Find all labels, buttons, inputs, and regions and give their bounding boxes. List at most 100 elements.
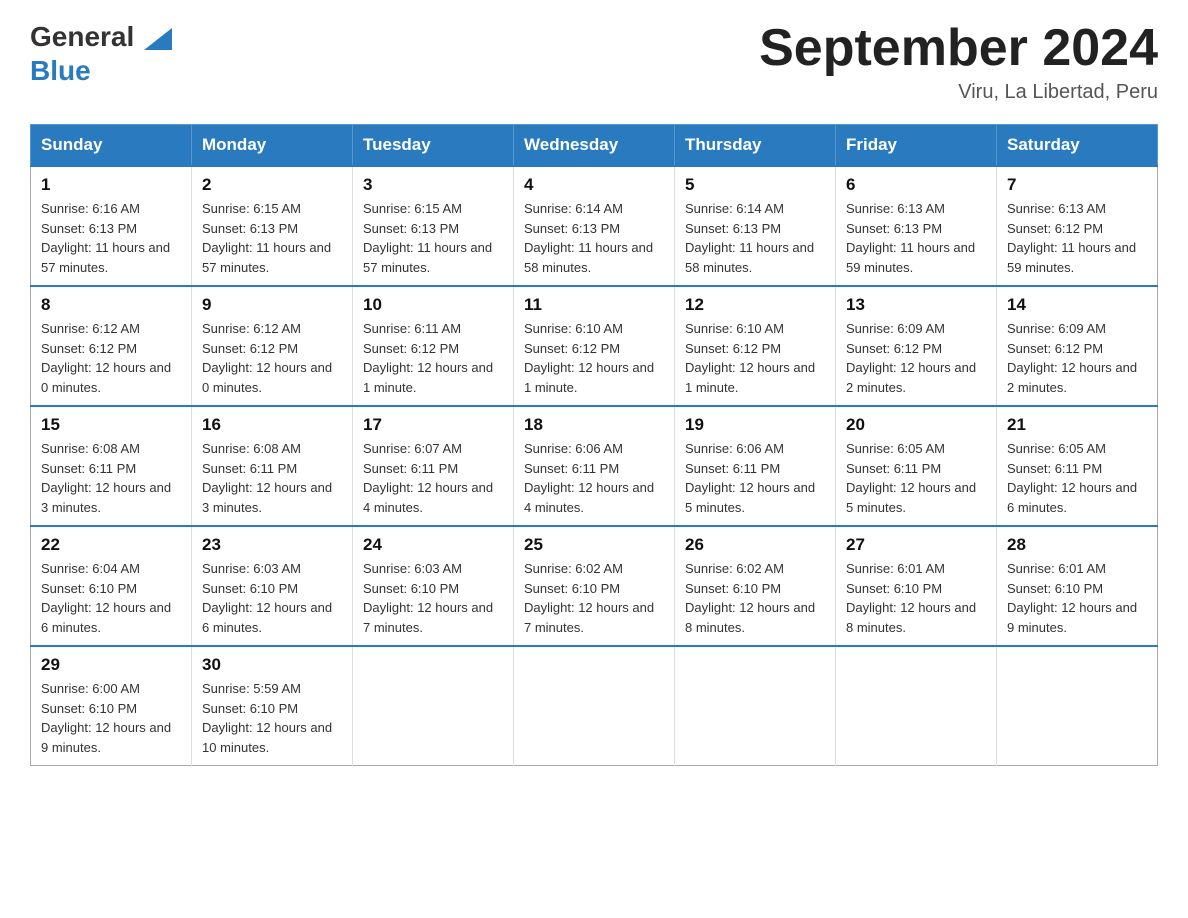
calendar-cell: 2 Sunrise: 6:15 AM Sunset: 6:13 PM Dayli… <box>192 166 353 286</box>
day-number: 30 <box>202 655 342 675</box>
day-number: 11 <box>524 295 664 315</box>
day-number: 25 <box>524 535 664 555</box>
col-wednesday: Wednesday <box>514 125 675 167</box>
calendar-cell: 4 Sunrise: 6:14 AM Sunset: 6:13 PM Dayli… <box>514 166 675 286</box>
calendar-cell: 12 Sunrise: 6:10 AM Sunset: 6:12 PM Dayl… <box>675 286 836 406</box>
week-row-5: 29 Sunrise: 6:00 AM Sunset: 6:10 PM Dayl… <box>31 646 1158 766</box>
day-number: 19 <box>685 415 825 435</box>
calendar-cell: 6 Sunrise: 6:13 AM Sunset: 6:13 PM Dayli… <box>836 166 997 286</box>
calendar-header-row: Sunday Monday Tuesday Wednesday Thursday… <box>31 125 1158 167</box>
col-friday: Friday <box>836 125 997 167</box>
calendar-cell <box>997 646 1158 766</box>
day-number: 1 <box>41 175 181 195</box>
day-info: Sunrise: 6:14 AM Sunset: 6:13 PM Dayligh… <box>524 199 664 277</box>
day-info: Sunrise: 6:15 AM Sunset: 6:13 PM Dayligh… <box>202 199 342 277</box>
day-number: 26 <box>685 535 825 555</box>
calendar-cell: 27 Sunrise: 6:01 AM Sunset: 6:10 PM Dayl… <box>836 526 997 646</box>
logo-combined: General Blue <box>30 20 172 87</box>
day-number: 5 <box>685 175 825 195</box>
day-info: Sunrise: 6:15 AM Sunset: 6:13 PM Dayligh… <box>363 199 503 277</box>
calendar-cell: 9 Sunrise: 6:12 AM Sunset: 6:12 PM Dayli… <box>192 286 353 406</box>
day-number: 27 <box>846 535 986 555</box>
col-sunday: Sunday <box>31 125 192 167</box>
calendar-cell: 19 Sunrise: 6:06 AM Sunset: 6:11 PM Dayl… <box>675 406 836 526</box>
logo: General Blue <box>30 20 172 87</box>
day-info: Sunrise: 6:00 AM Sunset: 6:10 PM Dayligh… <box>41 679 181 757</box>
day-info: Sunrise: 6:03 AM Sunset: 6:10 PM Dayligh… <box>202 559 342 637</box>
calendar-cell: 7 Sunrise: 6:13 AM Sunset: 6:12 PM Dayli… <box>997 166 1158 286</box>
calendar-cell: 18 Sunrise: 6:06 AM Sunset: 6:11 PM Dayl… <box>514 406 675 526</box>
week-row-3: 15 Sunrise: 6:08 AM Sunset: 6:11 PM Dayl… <box>31 406 1158 526</box>
day-info: Sunrise: 6:03 AM Sunset: 6:10 PM Dayligh… <box>363 559 503 637</box>
calendar-cell: 25 Sunrise: 6:02 AM Sunset: 6:10 PM Dayl… <box>514 526 675 646</box>
day-info: Sunrise: 6:02 AM Sunset: 6:10 PM Dayligh… <box>685 559 825 637</box>
calendar-cell: 11 Sunrise: 6:10 AM Sunset: 6:12 PM Dayl… <box>514 286 675 406</box>
day-number: 14 <box>1007 295 1147 315</box>
day-number: 24 <box>363 535 503 555</box>
day-number: 28 <box>1007 535 1147 555</box>
calendar-cell: 24 Sunrise: 6:03 AM Sunset: 6:10 PM Dayl… <box>353 526 514 646</box>
day-number: 9 <box>202 295 342 315</box>
day-info: Sunrise: 6:10 AM Sunset: 6:12 PM Dayligh… <box>685 319 825 397</box>
calendar-cell: 29 Sunrise: 6:00 AM Sunset: 6:10 PM Dayl… <box>31 646 192 766</box>
day-info: Sunrise: 5:59 AM Sunset: 6:10 PM Dayligh… <box>202 679 342 757</box>
day-info: Sunrise: 6:02 AM Sunset: 6:10 PM Dayligh… <box>524 559 664 637</box>
day-number: 12 <box>685 295 825 315</box>
calendar-body: 1 Sunrise: 6:16 AM Sunset: 6:13 PM Dayli… <box>31 166 1158 766</box>
day-info: Sunrise: 6:13 AM Sunset: 6:12 PM Dayligh… <box>1007 199 1147 277</box>
day-info: Sunrise: 6:09 AM Sunset: 6:12 PM Dayligh… <box>1007 319 1147 397</box>
day-number: 17 <box>363 415 503 435</box>
calendar-cell <box>514 646 675 766</box>
calendar-cell: 30 Sunrise: 5:59 AM Sunset: 6:10 PM Dayl… <box>192 646 353 766</box>
week-row-4: 22 Sunrise: 6:04 AM Sunset: 6:10 PM Dayl… <box>31 526 1158 646</box>
day-number: 10 <box>363 295 503 315</box>
day-info: Sunrise: 6:01 AM Sunset: 6:10 PM Dayligh… <box>846 559 986 637</box>
day-number: 3 <box>363 175 503 195</box>
col-tuesday: Tuesday <box>353 125 514 167</box>
day-info: Sunrise: 6:10 AM Sunset: 6:12 PM Dayligh… <box>524 319 664 397</box>
month-title: September 2024 <box>759 20 1158 77</box>
day-info: Sunrise: 6:05 AM Sunset: 6:11 PM Dayligh… <box>1007 439 1147 517</box>
day-number: 4 <box>524 175 664 195</box>
day-number: 21 <box>1007 415 1147 435</box>
day-number: 16 <box>202 415 342 435</box>
week-row-1: 1 Sunrise: 6:16 AM Sunset: 6:13 PM Dayli… <box>31 166 1158 286</box>
day-number: 2 <box>202 175 342 195</box>
calendar-cell: 13 Sunrise: 6:09 AM Sunset: 6:12 PM Dayl… <box>836 286 997 406</box>
calendar-cell: 1 Sunrise: 6:16 AM Sunset: 6:13 PM Dayli… <box>31 166 192 286</box>
calendar-cell <box>836 646 997 766</box>
day-number: 29 <box>41 655 181 675</box>
title-area: September 2024 Viru, La Libertad, Peru <box>759 20 1158 104</box>
calendar-cell: 3 Sunrise: 6:15 AM Sunset: 6:13 PM Dayli… <box>353 166 514 286</box>
day-number: 20 <box>846 415 986 435</box>
day-info: Sunrise: 6:05 AM Sunset: 6:11 PM Dayligh… <box>846 439 986 517</box>
calendar-cell: 26 Sunrise: 6:02 AM Sunset: 6:10 PM Dayl… <box>675 526 836 646</box>
day-number: 15 <box>41 415 181 435</box>
day-info: Sunrise: 6:16 AM Sunset: 6:13 PM Dayligh… <box>41 199 181 277</box>
day-number: 7 <box>1007 175 1147 195</box>
day-number: 13 <box>846 295 986 315</box>
day-number: 23 <box>202 535 342 555</box>
calendar-table: Sunday Monday Tuesday Wednesday Thursday… <box>30 124 1158 766</box>
day-info: Sunrise: 6:13 AM Sunset: 6:13 PM Dayligh… <box>846 199 986 277</box>
page-header: General Blue September 2024 Viru, La Lib… <box>30 20 1158 104</box>
day-info: Sunrise: 6:07 AM Sunset: 6:11 PM Dayligh… <box>363 439 503 517</box>
day-info: Sunrise: 6:01 AM Sunset: 6:10 PM Dayligh… <box>1007 559 1147 637</box>
day-info: Sunrise: 6:12 AM Sunset: 6:12 PM Dayligh… <box>202 319 342 397</box>
week-row-2: 8 Sunrise: 6:12 AM Sunset: 6:12 PM Dayli… <box>31 286 1158 406</box>
logo-triangle-icon <box>144 28 172 50</box>
calendar-cell: 8 Sunrise: 6:12 AM Sunset: 6:12 PM Dayli… <box>31 286 192 406</box>
day-number: 22 <box>41 535 181 555</box>
calendar-cell: 21 Sunrise: 6:05 AM Sunset: 6:11 PM Dayl… <box>997 406 1158 526</box>
calendar-cell <box>353 646 514 766</box>
col-thursday: Thursday <box>675 125 836 167</box>
calendar-cell: 10 Sunrise: 6:11 AM Sunset: 6:12 PM Dayl… <box>353 286 514 406</box>
calendar-cell: 17 Sunrise: 6:07 AM Sunset: 6:11 PM Dayl… <box>353 406 514 526</box>
day-info: Sunrise: 6:14 AM Sunset: 6:13 PM Dayligh… <box>685 199 825 277</box>
calendar-cell: 23 Sunrise: 6:03 AM Sunset: 6:10 PM Dayl… <box>192 526 353 646</box>
col-saturday: Saturday <box>997 125 1158 167</box>
calendar-cell: 22 Sunrise: 6:04 AM Sunset: 6:10 PM Dayl… <box>31 526 192 646</box>
day-info: Sunrise: 6:06 AM Sunset: 6:11 PM Dayligh… <box>524 439 664 517</box>
calendar-cell: 20 Sunrise: 6:05 AM Sunset: 6:11 PM Dayl… <box>836 406 997 526</box>
day-number: 18 <box>524 415 664 435</box>
